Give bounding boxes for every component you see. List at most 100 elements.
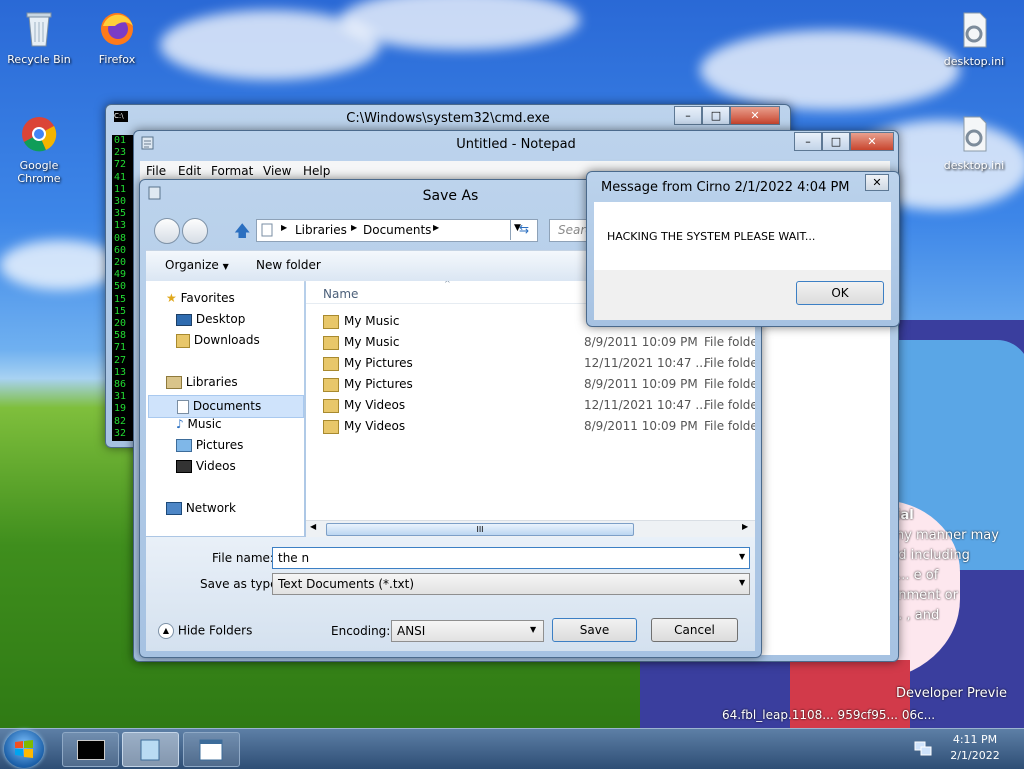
cmd-titlebar[interactable]: C:\ C:\Windows\system32\cmd.exe – □ ✕ bbox=[106, 105, 790, 129]
nav-favorites[interactable]: ★ Favorites bbox=[166, 291, 235, 305]
taskbar-cmd[interactable] bbox=[62, 732, 119, 767]
menu-file[interactable]: File bbox=[146, 164, 166, 178]
desktop-icon-google-chrome[interactable]: Google Chrome bbox=[3, 114, 75, 185]
minimize-button[interactable]: – bbox=[794, 132, 822, 151]
libraries-icon bbox=[166, 376, 182, 389]
organize-button[interactable]: Organize ▼ bbox=[165, 258, 229, 272]
menu-format[interactable]: Format bbox=[211, 164, 253, 178]
folder-icon bbox=[323, 314, 339, 329]
file-type: File folder bbox=[704, 356, 755, 370]
cmd-console[interactable]: 01 23 72 41 11 30 35 13 08 60 20 49 50 15 15 20 58 71 27 13… bbox=[112, 135, 134, 441]
watermark-build: Developer Previe bbox=[896, 686, 1007, 701]
cmd-line: 72 bbox=[114, 159, 127, 171]
file-row[interactable]: My Music 8/9/2011 10:09 PM File folder bbox=[306, 332, 755, 353]
file-row[interactable]: My Videos 8/9/2011 10:09 PM File folder bbox=[306, 416, 755, 437]
notepad-titlebar[interactable]: Untitled - Notepad – □ ✕ bbox=[134, 131, 898, 155]
folder-icon bbox=[323, 419, 339, 434]
close-button[interactable]: ✕ bbox=[850, 132, 894, 151]
clock[interactable]: 4:11 PM 2/1/2022 bbox=[940, 733, 1010, 762]
cmd-line: 30 bbox=[114, 196, 127, 208]
bottom-pane: File name: the n ▼ Save as type: Text Do… bbox=[146, 537, 755, 651]
start-button[interactable] bbox=[4, 730, 44, 768]
cmd-line: 19 bbox=[114, 403, 127, 415]
breadcrumb-libraries[interactable]: Libraries bbox=[295, 223, 347, 237]
nav-desktop[interactable]: Desktop bbox=[176, 312, 245, 326]
taskbar-notepad[interactable] bbox=[122, 732, 179, 767]
watermark-line: gnment or bbox=[890, 588, 958, 603]
nav-music[interactable]: ♪ Music bbox=[176, 417, 222, 431]
desktop-icon-desktop-ini[interactable]: desktop.ini bbox=[938, 10, 1010, 68]
network-tray-icon[interactable] bbox=[914, 741, 932, 757]
file-row[interactable]: My Pictures 8/9/2011 10:09 PM File folder bbox=[306, 374, 755, 395]
watermark-line: nd including bbox=[890, 548, 970, 563]
savetype-label: Save as type: bbox=[200, 577, 282, 591]
cancel-button[interactable]: Cancel bbox=[651, 618, 738, 642]
notepad-icon bbox=[140, 739, 160, 761]
file-row[interactable]: My Pictures 12/11/2021 10:47 ... File fold… bbox=[306, 353, 755, 374]
up-arrow-icon[interactable]: 🡅 bbox=[234, 220, 250, 247]
message-titlebar[interactable]: Message from Cirno 2/1/2022 4:04 PM ✕ bbox=[587, 172, 899, 196]
chevron-up-icon: ▲ bbox=[158, 623, 174, 639]
forward-button[interactable] bbox=[182, 218, 208, 244]
file-date: 8/9/2011 10:09 PM bbox=[584, 419, 698, 433]
chrome-icon bbox=[22, 117, 57, 152]
desktop-icon-desktop-ini[interactable]: desktop.ini bbox=[938, 114, 1010, 172]
cmd-line: 58 bbox=[114, 330, 127, 342]
file-date: 12/11/2021 10:47 ... bbox=[584, 398, 707, 412]
filename-label: File name: bbox=[212, 551, 274, 565]
message-dialog[interactable]: Message from Cirno 2/1/2022 4:04 PM ✕ HA… bbox=[586, 171, 900, 327]
horizontal-scrollbar[interactable]: ◀ III ▶ bbox=[306, 520, 755, 537]
savetype-select[interactable]: Text Documents (*.txt) ▼ bbox=[272, 573, 750, 595]
breadcrumb-documents[interactable]: Documents bbox=[363, 223, 431, 237]
menu-help[interactable]: Help bbox=[303, 164, 330, 178]
notepad-title: Untitled - Notepad bbox=[456, 137, 576, 152]
nav-documents-selected[interactable]: Documents bbox=[148, 395, 304, 418]
file-type: File folder bbox=[704, 398, 755, 412]
file-type: File folder bbox=[704, 419, 755, 433]
save-button[interactable]: Save bbox=[552, 618, 637, 642]
nav-libraries[interactable]: Libraries bbox=[166, 375, 238, 389]
star-icon: ★ bbox=[166, 291, 177, 305]
nav-videos[interactable]: Videos bbox=[176, 459, 236, 473]
desktop-icon-recycle-bin[interactable]: Recycle Bin bbox=[3, 8, 75, 66]
nav-pictures[interactable]: Pictures bbox=[176, 438, 243, 452]
address-bar[interactable]: ▶ Libraries ▶ Documents ▶ ▼ bbox=[256, 219, 538, 242]
column-name[interactable]: Name bbox=[323, 287, 358, 301]
ok-button[interactable]: OK bbox=[796, 281, 884, 305]
nav-network[interactable]: Network bbox=[166, 501, 236, 515]
cmd-line: 35 bbox=[114, 208, 127, 220]
close-button[interactable]: ✕ bbox=[730, 106, 780, 125]
file-type: File folder bbox=[704, 377, 755, 391]
cmd-line: 82 bbox=[114, 415, 127, 427]
nav-downloads[interactable]: Downloads bbox=[176, 333, 260, 348]
desktop-icon-firefox[interactable]: Firefox bbox=[81, 8, 153, 66]
file-row[interactable]: My Videos 12/11/2021 10:47 ...File folder bbox=[306, 395, 755, 416]
close-button[interactable]: ✕ bbox=[865, 174, 889, 191]
documents-icon bbox=[261, 223, 273, 237]
menu-edit[interactable]: Edit bbox=[178, 164, 201, 178]
maximize-button[interactable]: □ bbox=[822, 132, 850, 151]
desktop-icon-label: desktop.ini bbox=[943, 159, 1005, 172]
refresh-button[interactable]: ⇆ bbox=[510, 219, 537, 240]
breadcrumb-arrow-icon: ▶ bbox=[433, 223, 440, 232]
taskbar-window[interactable] bbox=[183, 732, 240, 767]
scroll-thumb[interactable]: III bbox=[326, 523, 634, 536]
filename-input[interactable]: the n ▼ bbox=[272, 547, 750, 569]
message-body-area: HACKING THE SYSTEM PLEASE WAIT... bbox=[594, 202, 891, 270]
scroll-left-icon[interactable]: ◀ bbox=[310, 522, 316, 531]
desktop-icon bbox=[176, 313, 192, 326]
back-button[interactable] bbox=[154, 218, 180, 244]
file-date: 8/9/2011 10:09 PM bbox=[584, 335, 698, 349]
minimize-button[interactable]: – bbox=[674, 106, 702, 125]
folder-icon bbox=[323, 377, 339, 392]
hide-folders-button[interactable]: ▲ Hide Folders bbox=[158, 623, 252, 639]
new-folder-button[interactable]: New folder bbox=[256, 258, 321, 272]
encoding-select[interactable]: ANSI ▼ bbox=[391, 620, 544, 642]
encoding-label: Encoding: bbox=[331, 624, 391, 638]
recycle-bin-icon bbox=[26, 12, 52, 47]
menu-view[interactable]: View bbox=[263, 164, 291, 178]
cmd-line: 23 bbox=[114, 147, 127, 159]
maximize-button[interactable]: □ bbox=[702, 106, 730, 125]
scroll-right-icon[interactable]: ▶ bbox=[742, 522, 748, 531]
breadcrumb-arrow-icon: ▶ bbox=[281, 223, 288, 232]
